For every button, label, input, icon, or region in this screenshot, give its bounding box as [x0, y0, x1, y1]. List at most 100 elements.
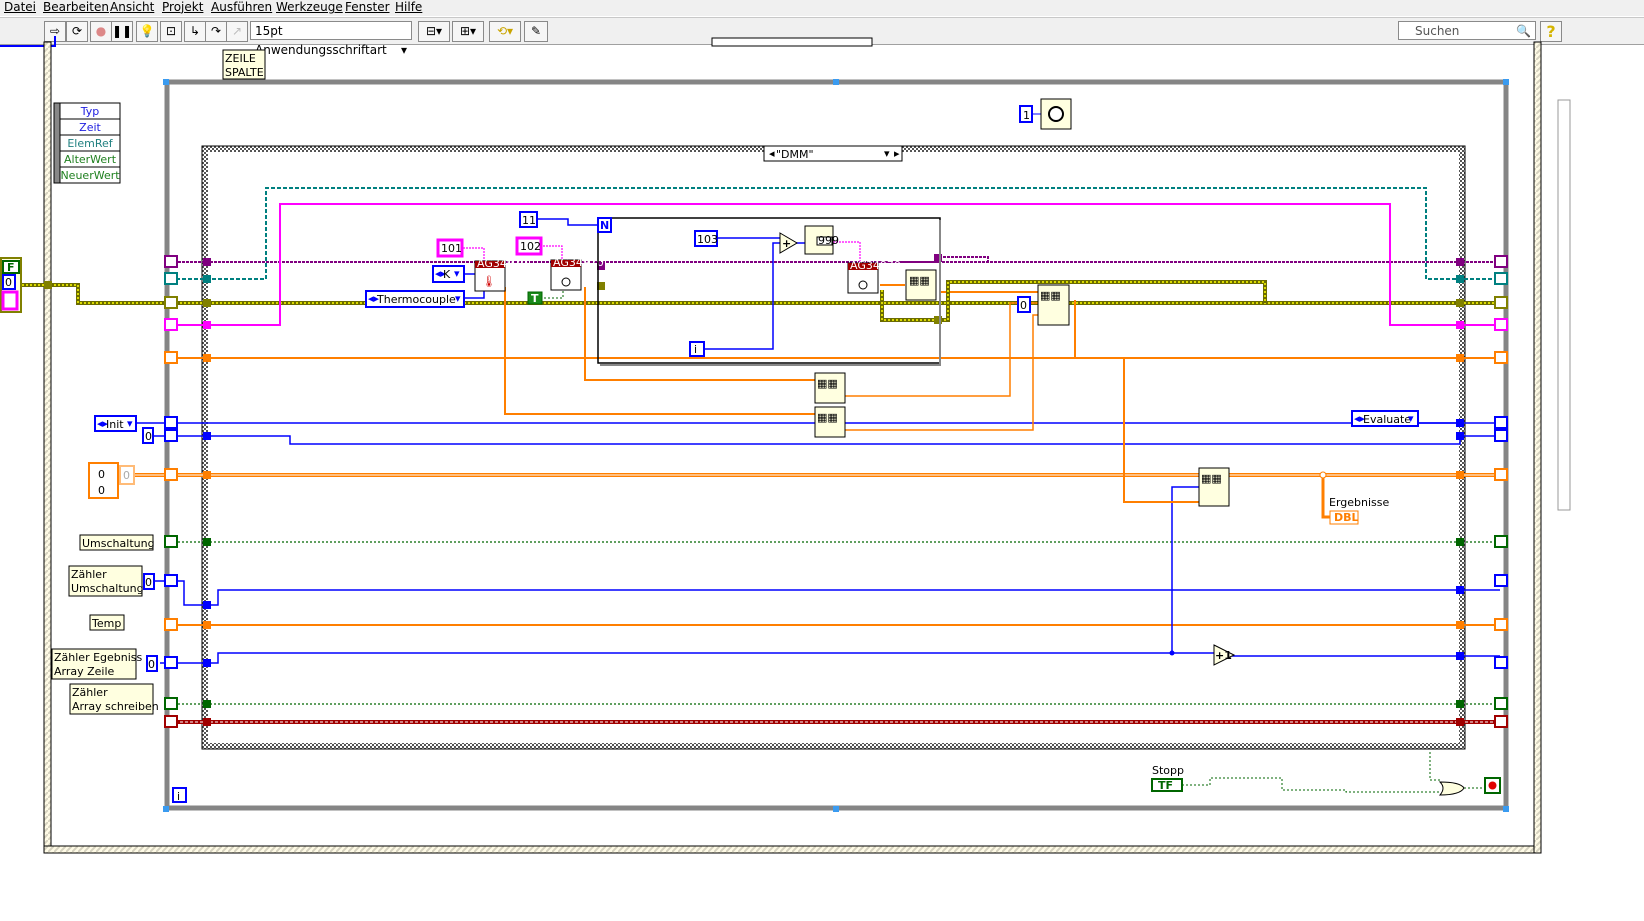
- init-enum-constant[interactable]: ◂▸ Init ▾: [94, 415, 137, 432]
- event-selector-label[interactable]: [711, 37, 873, 47]
- thermocouple-enum-constant[interactable]: ◂▸Thermocouple ▾: [365, 290, 465, 308]
- number-to-string-function[interactable]: 999: [804, 225, 839, 255]
- for-loop[interactable]: [597, 217, 941, 364]
- while-loop[interactable]: [164, 79, 1509, 811]
- svg-text:i: i: [177, 790, 180, 803]
- outer-loop-frame: [43, 41, 1542, 854]
- svg-text:▾: ▾: [127, 417, 133, 430]
- svg-text:▦▦: ▦▦: [817, 411, 838, 424]
- channel-103-constant[interactable]: 103: [694, 230, 718, 247]
- stopp-control[interactable]: Stopp TF: [1151, 764, 1184, 792]
- event-field-neuerwert: NeuerWert: [60, 169, 120, 182]
- svg-text:Umschaltung: Umschaltung: [71, 582, 144, 595]
- svg-text:Temp: Temp: [91, 617, 121, 630]
- resize-handle[interactable]: [833, 79, 839, 85]
- for-count-terminal: N: [597, 217, 612, 233]
- configure-voltage-vi[interactable]: AG34970: [550, 256, 604, 291]
- init-num-constant[interactable]: 0: [142, 427, 154, 444]
- case-selector[interactable]: ◂ "DMM" ▾ ▸: [763, 145, 903, 162]
- read-voltage-vi[interactable]: AG34970: [847, 259, 901, 294]
- svg-text:▾: ▾: [455, 292, 461, 305]
- svg-text:DBL: DBL: [1334, 511, 1359, 524]
- event-field-alterwert: AlterWert: [64, 153, 117, 166]
- svg-text:Umschaltung: Umschaltung: [82, 537, 155, 550]
- side-panel: [1557, 99, 1571, 511]
- channel-101-constant[interactable]: 101: [436, 238, 464, 258]
- build-array-node[interactable]: ▦▦: [905, 269, 937, 301]
- true-constant[interactable]: T: [527, 291, 543, 305]
- array-constant[interactable]: 0 0 0: [88, 462, 135, 499]
- replace-array-subset-2[interactable]: ▦▦: [1198, 467, 1230, 507]
- svg-text:Zähler Egebniss: Zähler Egebniss: [54, 651, 143, 664]
- zaehler-umschaltung-constant[interactable]: 0: [143, 573, 155, 590]
- svg-text:SPALTE: SPALTE: [225, 66, 264, 79]
- resize-handle[interactable]: [1503, 806, 1509, 812]
- increment-function[interactable]: +1: [1213, 644, 1236, 666]
- stopp-label: Stopp: [1152, 764, 1184, 777]
- wires: [18, 187, 1500, 793]
- while-iteration-terminal: i: [172, 787, 187, 803]
- increment-case-icon[interactable]: ▸: [894, 147, 900, 160]
- svg-text:0: 0: [123, 469, 130, 482]
- event-field-zeit: Zeit: [79, 121, 101, 134]
- replace-array-subset-1[interactable]: ▦▦: [1037, 284, 1070, 326]
- thermometer-icon: 🌡: [482, 275, 496, 288]
- label-temp: Temp: [89, 614, 125, 631]
- svg-text:Array Zeile: Array Zeile: [54, 665, 115, 678]
- svg-text:0: 0: [98, 468, 105, 481]
- svg-text:1: 1: [1023, 109, 1030, 122]
- index-constant[interactable]: 0: [1017, 296, 1031, 313]
- svg-text:i: i: [694, 343, 697, 356]
- svg-text:TF: TF: [1158, 779, 1173, 792]
- event-data-node[interactable]: Typ Zeit ElemRef AlterWert NeuerWert: [53, 102, 121, 184]
- svg-text:0: 0: [1020, 299, 1027, 312]
- block-diagram: ◂ "DMM" ▾ ▸ Typ Zeit ElemRef AlterWert N…: [0, 36, 1571, 854]
- svg-text:0: 0: [148, 658, 155, 671]
- resize-handle[interactable]: [833, 806, 839, 812]
- event-field-typ: Typ: [80, 105, 100, 118]
- label-zaehler-umschaltung: ZählerUmschaltung: [68, 565, 144, 597]
- cluster-constant[interactable]: F 0: [0, 257, 22, 313]
- zaehler-ergebnis-constant[interactable]: 0: [146, 655, 158, 672]
- add-function[interactable]: +: [779, 232, 798, 254]
- svg-text:▦▦: ▦▦: [1201, 472, 1222, 485]
- svg-text:▦▦: ▦▦: [1040, 289, 1061, 302]
- resize-handle[interactable]: [1503, 79, 1509, 85]
- svg-text:+: +: [782, 237, 791, 250]
- svg-text:Zähler: Zähler: [71, 568, 107, 581]
- label-umschaltung: Umschaltung: [79, 534, 155, 551]
- event-field-elemref: ElemRef: [67, 137, 113, 150]
- or-function[interactable]: [1438, 781, 1465, 796]
- ergebnisse-indicator[interactable]: Ergebnisse DBL: [1329, 496, 1390, 525]
- for-iteration-terminal: i: [689, 341, 705, 357]
- svg-text:103: 103: [697, 233, 718, 246]
- resize-handle[interactable]: [163, 806, 169, 812]
- k-enum-constant[interactable]: ◂▸K ▾: [432, 265, 465, 283]
- svg-text:Array schreiben: Array schreiben: [72, 700, 159, 713]
- loop-count-constant[interactable]: 11: [519, 211, 538, 228]
- svg-text:K: K: [443, 268, 451, 281]
- svg-text:101: 101: [441, 242, 462, 255]
- svg-text:Zähler: Zähler: [72, 686, 108, 699]
- build-array-2[interactable]: ▦▦: [814, 372, 846, 404]
- svg-text:▦▦: ▦▦: [909, 274, 930, 287]
- label-zaehler-ergebnis: Zähler EgebnissArray Zeile: [51, 648, 143, 680]
- svg-text:F: F: [7, 261, 15, 274]
- chevron-down-icon: ▾: [884, 147, 890, 160]
- ergebnisse-label: Ergebnisse: [1329, 496, 1390, 509]
- channel-102-constant[interactable]: 102: [515, 236, 543, 256]
- svg-text:102: 102: [520, 240, 541, 253]
- resize-handle[interactable]: [163, 79, 169, 85]
- svg-text:▦▦: ▦▦: [817, 377, 838, 390]
- svg-text:AG34970: AG34970: [477, 257, 528, 270]
- loop-condition-terminal[interactable]: [1484, 777, 1501, 794]
- zeile-spalte-label: ZEILE SPALTE: [222, 49, 266, 80]
- wait-ms[interactable]: 1: [1019, 98, 1072, 130]
- case-selector-value: "DMM": [776, 148, 814, 161]
- stop-icon: [1488, 781, 1497, 790]
- evaluate-enum-constant[interactable]: ◂▸Evaluate▾: [1351, 410, 1419, 427]
- build-array-3[interactable]: ▦▦: [814, 406, 846, 438]
- configure-temperature-vi[interactable]: AG34970 🌡: [474, 257, 528, 292]
- svg-text:Thermocouple: Thermocouple: [376, 293, 456, 306]
- decrement-case-icon[interactable]: ◂: [769, 147, 775, 160]
